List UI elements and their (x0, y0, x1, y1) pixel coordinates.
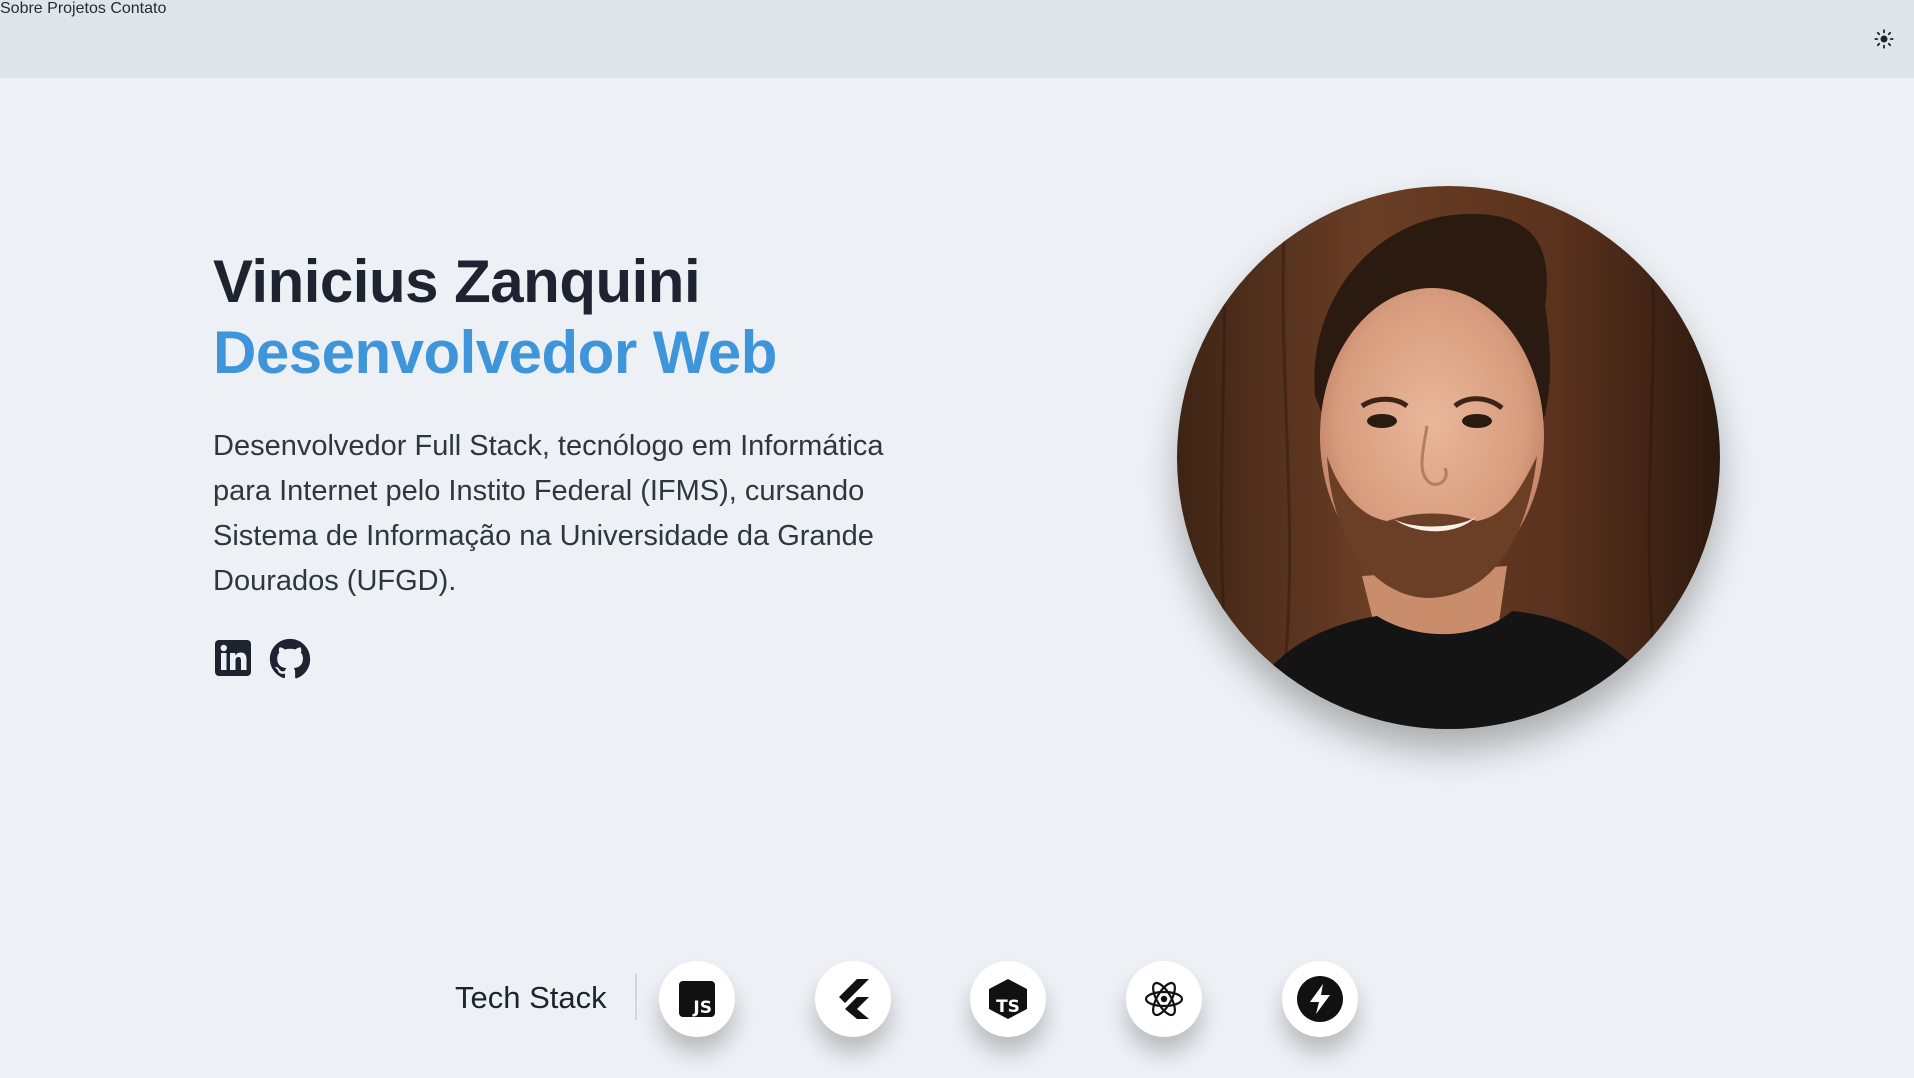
tech-flutter (815, 961, 891, 1037)
tech-javascript: JS (659, 961, 735, 1037)
svg-text:JS: JS (692, 998, 712, 1017)
linkedin-link[interactable] (213, 638, 253, 678)
sun-icon (1874, 29, 1894, 49)
supabase-icon (1297, 976, 1343, 1022)
javascript-icon: JS (679, 981, 715, 1017)
tech-supabase (1282, 961, 1358, 1037)
tech-stack-label: Tech Stack (455, 980, 607, 1015)
github-link[interactable] (269, 638, 311, 679)
top-navbar: Sobre Projetos Contato (0, 0, 1914, 78)
social-links (213, 638, 311, 679)
typescript-icon: TS (989, 979, 1027, 1019)
page: Sobre Projetos Contato Vinicius Zanquini… (0, 0, 1914, 1078)
tech-typescript: TS (970, 961, 1046, 1037)
nav-link-sobre[interactable]: Sobre (0, 0, 43, 17)
linkedin-icon (215, 640, 251, 676)
theme-toggle-button[interactable] (1871, 26, 1897, 52)
tech-react (1126, 961, 1202, 1037)
hero-name: Vinicius Zanquini (213, 248, 701, 315)
react-icon (1144, 981, 1184, 1017)
github-icon (269, 638, 311, 679)
profile-photo (1177, 186, 1720, 729)
nav-link-projetos[interactable]: Projetos (47, 0, 106, 17)
hero-bio: Desenvolvedor Full Stack, tecnólogo em I… (213, 430, 884, 597)
nav-link-contato[interactable]: Contato (110, 0, 166, 17)
svg-text:TS: TS (996, 997, 1020, 1017)
hero-role: Desenvolvedor Web (213, 319, 777, 386)
flutter-icon (839, 979, 869, 1019)
tech-stack-divider (635, 974, 637, 1020)
